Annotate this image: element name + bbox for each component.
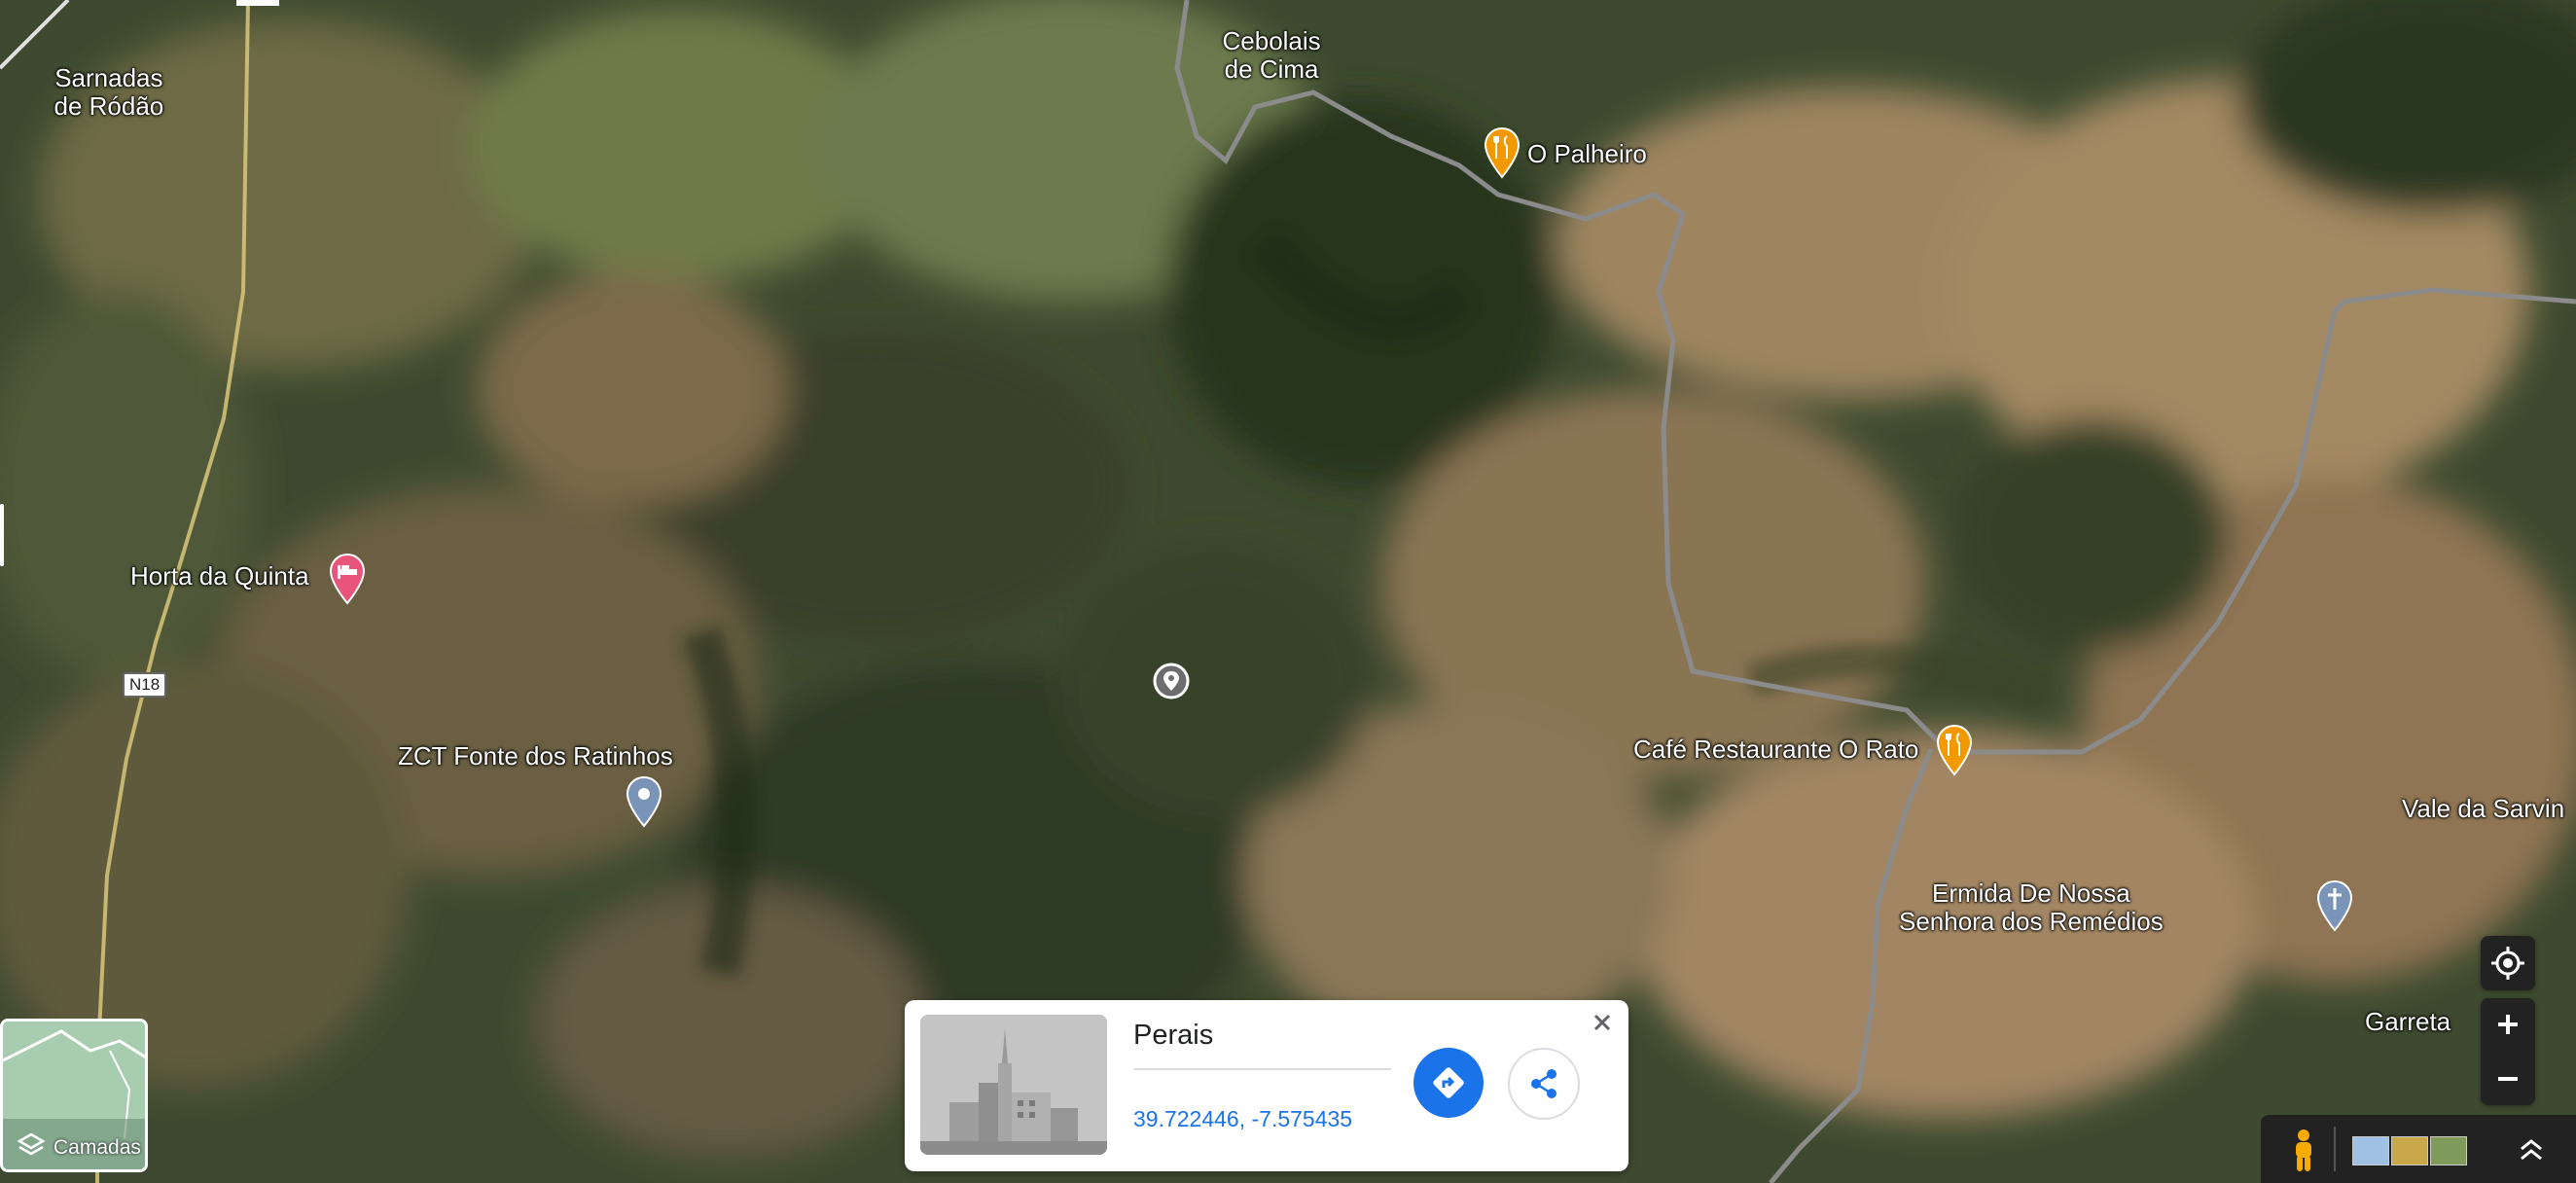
restaurant-pin-icon[interactable] — [1935, 724, 1974, 776]
layers-icon — [17, 1132, 46, 1156]
imagery-thumb-3[interactable] — [2430, 1136, 2467, 1165]
close-button[interactable] — [1586, 1006, 1619, 1039]
layers-button[interactable]: Camadas — [0, 1019, 148, 1172]
zoom-in-button[interactable] — [2481, 998, 2535, 1051]
place-info-card[interactable]: Perais 39.722446, -7.575435 — [905, 1000, 1628, 1171]
card-divider — [1133, 1068, 1391, 1070]
place-thumbnail[interactable] — [920, 1015, 1107, 1155]
top-edge-marker — [236, 0, 279, 6]
share-icon — [1531, 1069, 1556, 1098]
chevron-up-icon[interactable] — [2512, 1132, 2551, 1167]
place-coordinates[interactable]: 39.722446, -7.575435 — [1133, 1106, 1352, 1132]
label-cafe-restaurante[interactable]: Café Restaurante O Rato — [1633, 735, 1918, 764]
label-horta-da-quinta[interactable]: Horta da Quinta — [130, 562, 309, 591]
directions-button[interactable] — [1413, 1048, 1484, 1118]
road-shield-n18: N18 — [123, 672, 167, 698]
place-pin-icon[interactable] — [625, 775, 663, 828]
share-button[interactable] — [1508, 1048, 1580, 1120]
label-o-palheiro[interactable]: O Palheiro — [1527, 140, 1647, 168]
zoom-out-button[interactable] — [2481, 1053, 2535, 1105]
label-sarnadas[interactable]: Sarnadas de Ródão — [54, 64, 164, 121]
zoom-controls — [2481, 998, 2535, 1105]
label-vale-da-sarvin[interactable]: Vale da Sarvin — [2402, 795, 2564, 823]
pegman-icon[interactable] — [2284, 1127, 2323, 1173]
place-title: Perais — [1133, 1020, 1214, 1051]
label-garreta[interactable]: Garreta — [2365, 1008, 2451, 1036]
toolbar-divider — [2334, 1127, 2336, 1171]
bottom-toolbar — [2261, 1115, 2576, 1183]
dropped-pin-icon[interactable] — [1152, 662, 1191, 700]
imagery-thumb-1[interactable] — [2352, 1136, 2389, 1165]
layers-label: Camadas — [54, 1136, 141, 1159]
close-icon — [1593, 1014, 1611, 1031]
side-panel-handle[interactable] — [0, 504, 4, 566]
imagery-thumb-2[interactable] — [2391, 1136, 2428, 1165]
my-location-icon — [2491, 947, 2524, 980]
church-pin-icon[interactable] — [2315, 879, 2354, 932]
directions-icon — [1433, 1067, 1464, 1098]
my-location-button[interactable] — [2481, 936, 2535, 990]
restaurant-pin-icon[interactable] — [1483, 126, 1521, 179]
label-cebolais[interactable]: Cebolais de Cima — [1223, 27, 1321, 84]
label-zct-fonte[interactable]: ZCT Fonte dos Ratinhos — [398, 742, 673, 771]
label-ermida[interactable]: Ermida De Nossa Senhora dos Remédios — [1899, 879, 2164, 936]
hotel-pin-icon[interactable] — [328, 553, 367, 605]
